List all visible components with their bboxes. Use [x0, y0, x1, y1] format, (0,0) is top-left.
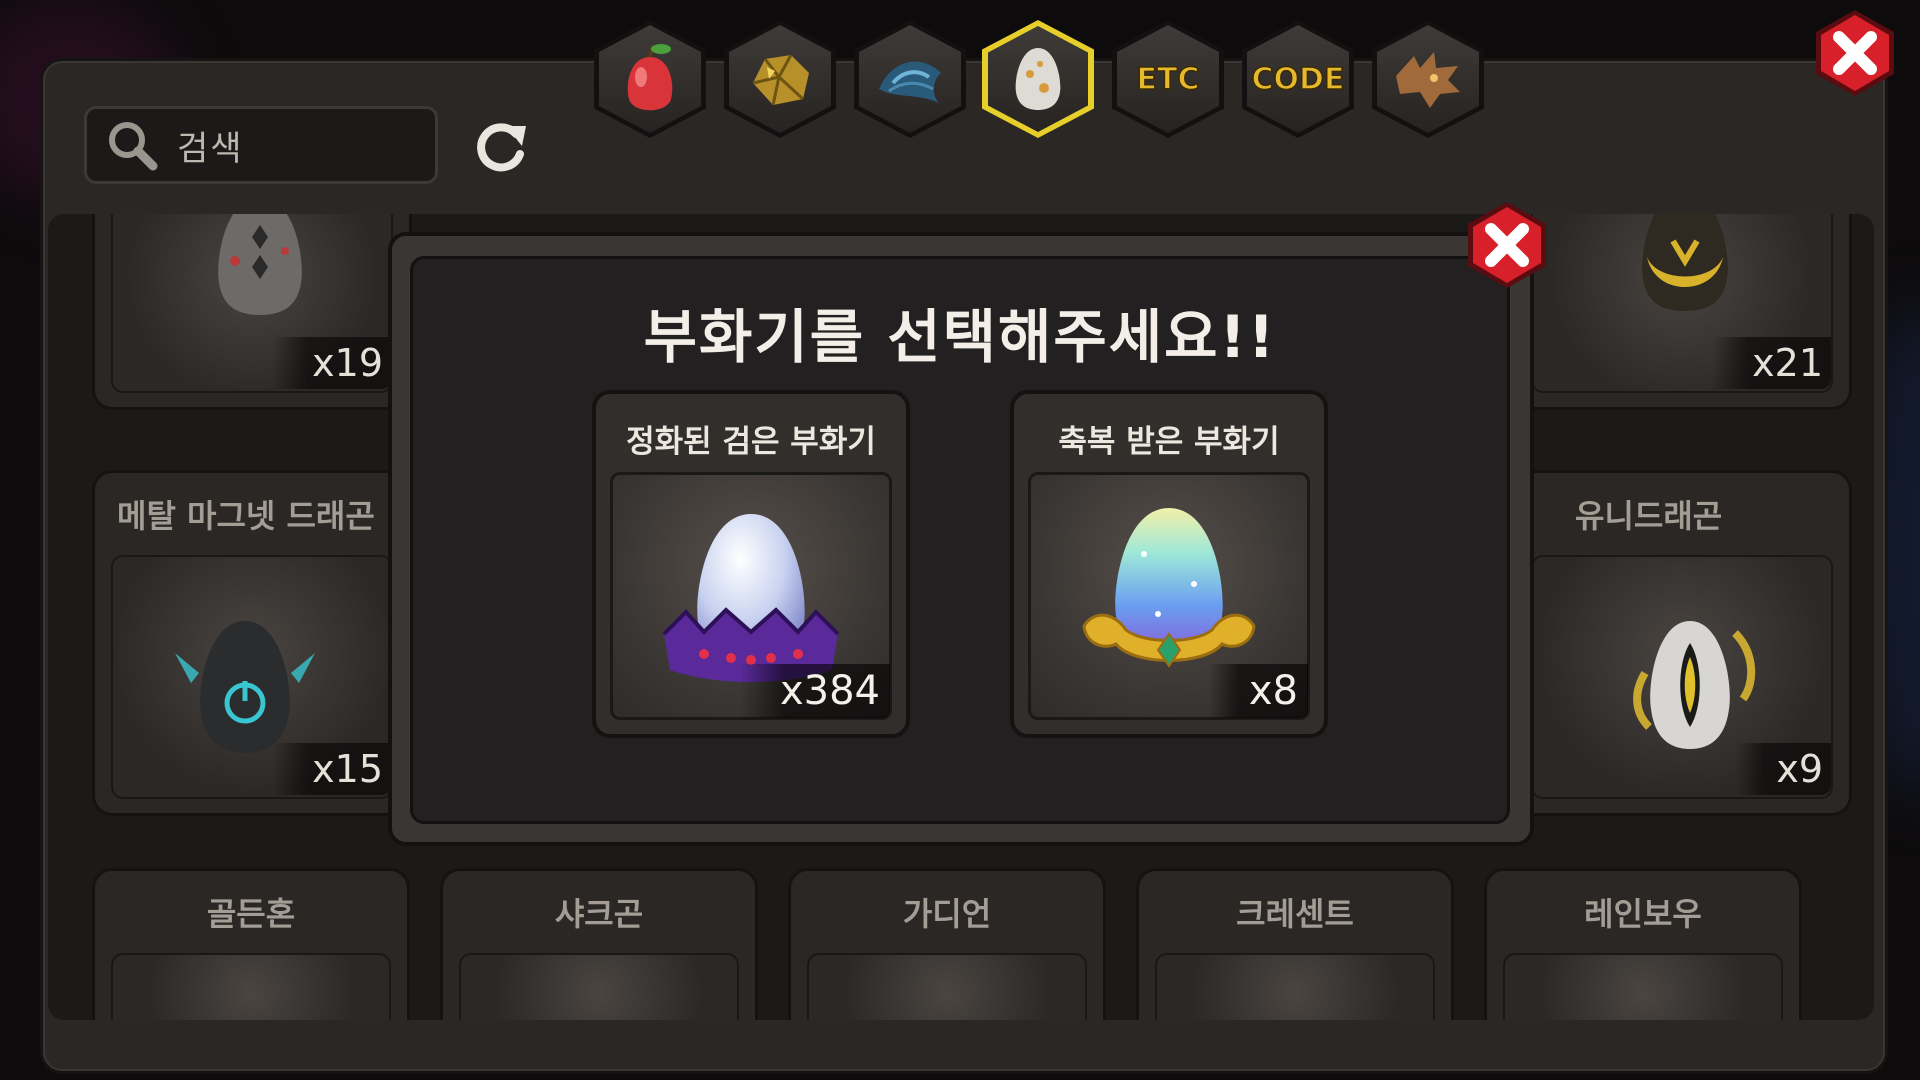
list-item[interactable]: x21	[1512, 214, 1852, 410]
incubator-name: 정화된 검은 부화기	[626, 424, 876, 460]
refresh-icon[interactable]	[470, 116, 532, 178]
tab-egg[interactable]	[982, 20, 1094, 138]
item-name: 크레센트	[1236, 895, 1354, 933]
list-item[interactable]: 메탈 마그넷 드래곤 x15	[92, 470, 412, 816]
item-name: 샤크곤	[554, 895, 644, 933]
incubator-count: x384	[739, 664, 890, 718]
item-name: 가디언	[902, 895, 992, 933]
dialog-title: 부화기를 선택해주세요!!	[643, 303, 1277, 371]
tab-code[interactable]: CODE	[1242, 20, 1354, 138]
egg-icon	[1015, 48, 1061, 110]
tab-etc[interactable]: ETC	[1112, 20, 1224, 138]
tab-dragon[interactable]	[1372, 20, 1484, 138]
item-count: x19	[272, 337, 391, 389]
egg-image	[1642, 214, 1728, 311]
tab-code-label: CODE	[1251, 61, 1345, 98]
list-item[interactable]: 가디언	[788, 868, 1106, 1020]
scale-icon	[879, 61, 941, 103]
close-button[interactable]	[1810, 8, 1900, 98]
dialog-close-button[interactable]	[1462, 200, 1552, 290]
list-item[interactable]: 골든혼	[92, 868, 410, 1020]
list-item[interactable]: 샤크곤	[440, 868, 758, 1020]
tab-scale[interactable]	[854, 20, 966, 138]
list-item[interactable]: 레인보우	[1484, 868, 1802, 1020]
search-placeholder: 검색	[177, 128, 244, 169]
ore-icon	[752, 54, 809, 106]
egg-image	[218, 214, 302, 315]
egg-image	[1633, 621, 1756, 749]
search-input[interactable]: 검색	[84, 106, 438, 184]
tab-ore[interactable]	[724, 20, 836, 138]
tab-etc-label: ETC	[1136, 61, 1200, 98]
egg-image	[175, 621, 315, 753]
item-name: 골든혼	[206, 895, 296, 933]
incubator-option-purified[interactable]: 정화된 검은 부화기 x384	[592, 390, 910, 738]
list-item[interactable]: x19	[92, 214, 412, 410]
item-name: 유니드래곤	[1575, 497, 1723, 535]
tab-fruit[interactable]	[594, 20, 706, 138]
item-count: x9	[1736, 743, 1831, 795]
item-count: x15	[272, 743, 391, 795]
incubator-option-blessed[interactable]: 축복 받은 부화기 x8	[1010, 390, 1328, 738]
search-icon	[109, 122, 158, 171]
fruit-icon	[627, 44, 673, 111]
list-item[interactable]: 크레센트	[1136, 868, 1454, 1020]
list-item[interactable]: 유니드래곤 x9	[1512, 470, 1852, 816]
incubator-name: 축복 받은 부화기	[1058, 424, 1280, 460]
item-count: x21	[1712, 337, 1831, 389]
incubator-count: x8	[1208, 664, 1308, 718]
item-name: 레인보우	[1584, 895, 1702, 933]
item-name: 메탈 마그넷 드래곤	[117, 497, 375, 535]
dragon-head-icon	[1396, 52, 1460, 108]
